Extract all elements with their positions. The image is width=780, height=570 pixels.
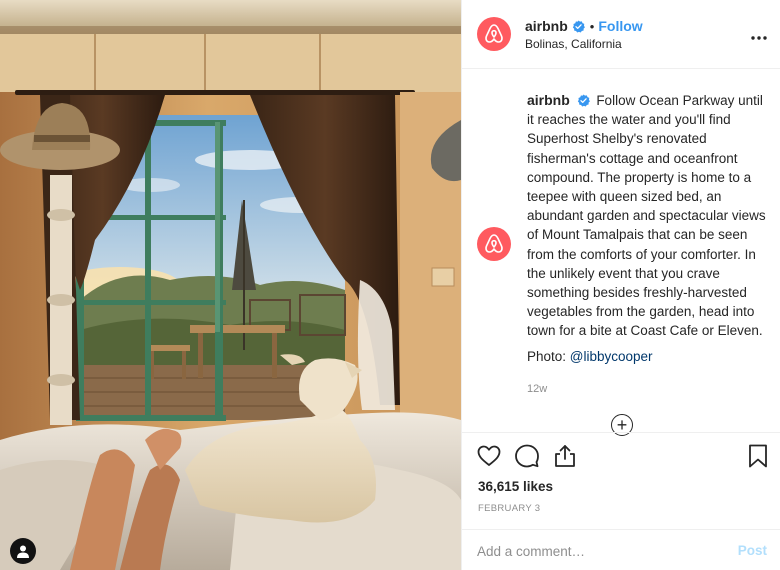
post-date: FEBRUARY 3	[478, 503, 541, 514]
header-title-row: airbnb • Follow	[525, 18, 643, 34]
like-count[interactable]: 36,615 likes	[478, 479, 553, 494]
post-comment-button[interactable]: Post	[738, 543, 767, 558]
verified-badge-icon	[577, 94, 590, 107]
airbnb-logo-icon	[485, 234, 503, 253]
verified-badge-icon	[572, 19, 585, 33]
comment-bubble-icon[interactable]	[514, 443, 540, 469]
caption-username[interactable]: airbnb	[527, 92, 570, 108]
post-caption: airbnb Follow Ocean Parkway until it rea…	[527, 91, 767, 341]
user-tag-button[interactable]	[10, 538, 36, 564]
post-header: airbnb • Follow Bolinas, California	[462, 0, 780, 69]
bookmark-icon[interactable]	[745, 443, 771, 469]
post-photo-image	[0, 0, 461, 570]
photo-credit: Photo: @libbycooper	[527, 349, 653, 364]
airbnb-logo-icon	[485, 24, 503, 43]
comment-bar: Post	[462, 529, 780, 570]
more-options-icon	[751, 36, 767, 40]
heart-icon[interactable]	[476, 443, 502, 469]
follow-button[interactable]: Follow	[598, 18, 642, 34]
post-actions-section: 36,615 likes FEBRUARY 3 Post	[462, 432, 780, 570]
author-avatar[interactable]	[477, 17, 511, 51]
post-photo[interactable]	[0, 0, 461, 570]
caption-author-avatar[interactable]	[477, 227, 511, 261]
caption-text: Follow Ocean Parkway until it reaches th…	[527, 93, 766, 339]
photo-credit-prefix: Photo:	[527, 349, 570, 364]
post-location[interactable]: Bolinas, California	[525, 37, 622, 51]
photo-credit-mention[interactable]: @libbycooper	[570, 349, 653, 364]
comment-input[interactable]	[477, 539, 717, 563]
share-icon[interactable]	[552, 443, 578, 469]
user-tag-icon	[17, 545, 29, 558]
more-options-button[interactable]	[751, 24, 767, 45]
post-details-panel: airbnb • Follow Bolinas, California airb…	[461, 0, 780, 570]
author-username[interactable]: airbnb	[525, 18, 568, 34]
separator-dot: •	[589, 18, 595, 34]
caption-timestamp[interactable]: 12w	[527, 383, 547, 395]
